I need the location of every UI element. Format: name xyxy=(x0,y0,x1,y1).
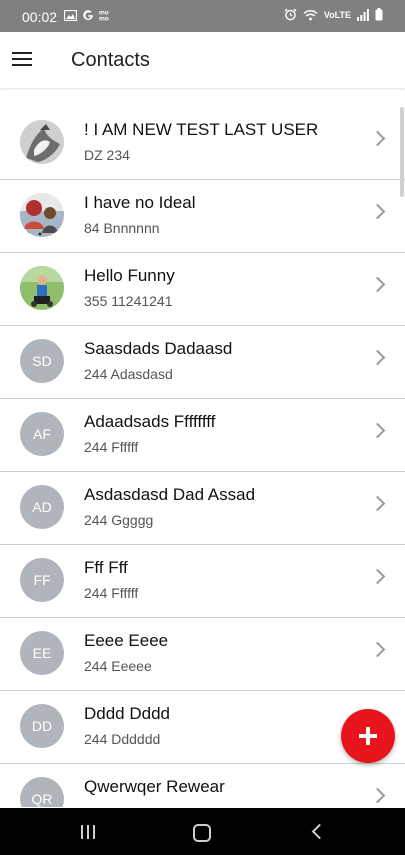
contact-name: Saasdads Dadaasd xyxy=(84,339,233,358)
contact-subtitle: 244 Ffffff xyxy=(84,439,139,455)
page-title: Contacts xyxy=(71,49,150,71)
chevron-right-icon xyxy=(369,276,386,293)
contact-avatar: AF xyxy=(20,412,64,456)
contact-subtitle: 244 Dddddd xyxy=(84,731,161,747)
system-nav-bar xyxy=(0,808,405,855)
contact-row[interactable]: EE Eeee Eeee 244 Eeeee xyxy=(0,618,405,691)
list-scrollbar[interactable] xyxy=(400,107,404,197)
chevron-right-icon xyxy=(369,422,386,439)
alarm-icon xyxy=(284,8,297,21)
contact-name: Fff Fff xyxy=(84,558,128,577)
add-contact-button[interactable] xyxy=(341,709,395,763)
recents-icon[interactable] xyxy=(81,825,95,839)
battery-icon xyxy=(375,8,383,21)
chevron-right-icon xyxy=(369,787,386,804)
app-bar: Contacts xyxy=(0,32,405,88)
contact-avatar xyxy=(20,193,64,237)
contact-subtitle: 244 Ggggg xyxy=(84,512,154,528)
contact-name: Hello Funny xyxy=(84,266,175,285)
plus-icon xyxy=(359,727,377,745)
contact-avatar: SD xyxy=(20,339,64,383)
signal-icon xyxy=(357,8,369,21)
mo-icon: momo xyxy=(99,10,109,22)
contact-avatar: FF xyxy=(20,558,64,602)
contact-name: ! I AM NEW TEST LAST USER xyxy=(84,120,319,139)
contact-avatar: AD xyxy=(20,485,64,529)
contact-subtitle: 355 11241241 xyxy=(84,293,173,309)
contact-subtitle: 244 Ffffff xyxy=(84,585,139,601)
contact-name: I have no Ideal xyxy=(84,193,196,212)
contact-subtitle: DZ 234 xyxy=(84,147,130,163)
contact-name: Asdasdasd Dad Assad xyxy=(84,485,256,504)
chevron-right-icon xyxy=(369,495,386,512)
contact-row[interactable]: QR Qwerwqer Rewear xyxy=(0,764,405,807)
contact-avatar: DD xyxy=(20,704,64,748)
contact-row[interactable]: FF Fff Fff 244 Ffffff xyxy=(0,545,405,618)
contact-row[interactable]: AD Asdasdasd Dad Assad 244 Ggggg xyxy=(0,472,405,545)
chevron-right-icon xyxy=(369,130,386,147)
contact-name: Adaadsads Ffffffff xyxy=(84,412,216,431)
contact-avatar: QR xyxy=(20,777,64,807)
chevron-right-icon xyxy=(369,203,386,220)
home-icon[interactable] xyxy=(193,824,211,842)
back-icon[interactable] xyxy=(311,823,328,840)
contact-name: Eeee Eeee xyxy=(84,631,169,650)
contact-row[interactable]: I have no Ideal 84 Bnnnnnn xyxy=(0,180,405,253)
contact-row[interactable]: Hello Funny 355 11241241 xyxy=(0,253,405,326)
contacts-list[interactable]: ! I AM NEW TEST LAST USER DZ 234 I have … xyxy=(0,107,405,807)
contact-row[interactable]: ! I AM NEW TEST LAST USER DZ 234 xyxy=(0,107,405,180)
wifi-icon xyxy=(303,9,318,20)
contact-avatar xyxy=(20,266,64,310)
status-left-icons: mo mo xyxy=(64,9,114,21)
chevron-right-icon xyxy=(369,568,386,585)
menu-icon[interactable] xyxy=(12,52,32,68)
status-bar: 00:02 mo mo VoLTE xyxy=(0,0,405,32)
contact-name: Dddd Dddd xyxy=(84,704,171,723)
contact-subtitle: 244 Eeeee xyxy=(84,658,152,674)
chevron-right-icon xyxy=(369,349,386,366)
chevron-right-icon xyxy=(369,641,386,658)
contact-avatar: EE xyxy=(20,631,64,675)
contact-avatar xyxy=(20,120,64,164)
status-right-icons: VoLTE xyxy=(284,8,383,21)
contact-row[interactable]: SD Saasdads Dadaasd 244 Adasdasd xyxy=(0,326,405,399)
google-icon xyxy=(83,10,93,21)
svg-text:mo: mo xyxy=(99,16,109,22)
status-time: 00:02 xyxy=(22,9,58,25)
contact-row[interactable]: AF Adaadsads Ffffffff 244 Ffffff xyxy=(0,399,405,472)
contact-name: Qwerwqer Rewear xyxy=(84,777,225,796)
contact-subtitle: 244 Adasdasd xyxy=(84,366,173,382)
contact-subtitle: 84 Bnnnnnn xyxy=(84,220,160,236)
volte-icon: VoLTE xyxy=(323,9,351,20)
image-icon xyxy=(64,9,77,21)
